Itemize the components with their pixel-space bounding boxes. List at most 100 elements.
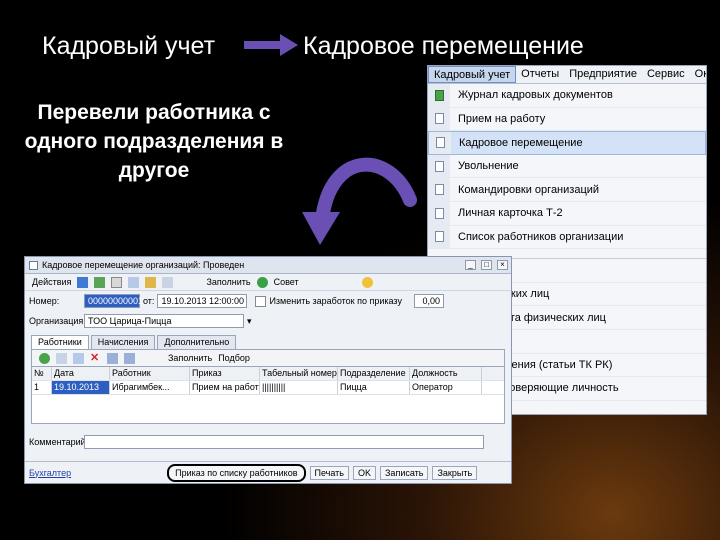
fill-menu[interactable]: Заполнить (206, 277, 250, 287)
menu-item[interactable]: Список работников организации (428, 225, 706, 250)
menubar-item[interactable]: Кадровый учет (428, 66, 517, 83)
actions-menu[interactable]: Действия (32, 277, 71, 287)
arrow-right-icon (244, 34, 298, 56)
refresh-icon[interactable] (128, 276, 140, 288)
organization-field[interactable]: ТОО Царица-Пицца (84, 314, 244, 328)
menu-item[interactable]: Кадровое перемещение (428, 131, 706, 155)
structure-icon[interactable] (145, 276, 157, 288)
add-row-icon[interactable] (39, 352, 50, 364)
accountant-link[interactable]: Бухгалтер (29, 468, 71, 478)
table-cell[interactable]: Прием на работу (190, 381, 260, 394)
menu-item-label: Кадровое перемещение (459, 136, 583, 149)
checkbox-label: Изменить заработок по приказу (269, 296, 402, 306)
table-row[interactable]: 1 19.10.2013 Ибрагимбек... Прием на работу |… (32, 381, 504, 395)
column-header[interactable]: Должность (410, 367, 482, 380)
amount-field[interactable]: 0,00 (413, 294, 444, 308)
menubar-item[interactable]: Предприятие (564, 66, 642, 83)
comment-row: Комментарий: (25, 432, 511, 452)
table-cell[interactable]: Пицца (338, 381, 410, 394)
comment-field[interactable] (84, 435, 484, 449)
table-cell[interactable]: 19.10.2013 (52, 381, 110, 394)
document-icon (428, 154, 450, 178)
movements-icon[interactable] (162, 276, 174, 288)
left-note-text: Перевели работника с одного подразделени… (24, 101, 284, 182)
document-title: Кадровое перемещение организаций: Провед… (42, 260, 245, 270)
menubar-item[interactable]: Окна (690, 66, 706, 83)
header-right-title: Кадровое перемещение (303, 32, 584, 60)
menu-bar: Кадровый учетОтчетыПредприятиеСервисОкна (428, 66, 706, 84)
menu-item[interactable]: Прием на работу (428, 107, 706, 132)
menu-item-label: Журнал кадровых документов (458, 89, 613, 102)
menu-item-label: Личная карточка Т-2 (458, 207, 563, 220)
help-icon[interactable] (256, 276, 268, 288)
column-header[interactable]: Работник (110, 367, 190, 380)
bottom-bar: Бухгалтер Приказ по списку работников Пе… (25, 461, 511, 483)
tab[interactable]: Работники (31, 335, 89, 349)
minimize-button[interactable]: _ (465, 260, 476, 270)
tab[interactable]: Начисления (90, 335, 156, 349)
menu-item[interactable]: Журнал кадровых документов (428, 84, 706, 108)
header-left-title: Кадровый учет (42, 32, 216, 60)
table-cell[interactable]: 1 (32, 381, 52, 394)
copy-row-icon[interactable] (56, 352, 67, 364)
document-icon (429, 132, 451, 154)
tab[interactable]: Дополнительно (157, 335, 237, 349)
menu-item-label: Список работников организации (458, 230, 624, 243)
document-window: Кадровое перемещение организаций: Провед… (24, 256, 512, 484)
card-icon (428, 201, 450, 225)
date-field[interactable]: 19.10.2013 12:00:00 (157, 294, 248, 308)
menu-item-label: Командировки организаций (458, 183, 600, 196)
grid-select-button[interactable]: Подбор (218, 353, 250, 363)
edit-row-icon[interactable] (73, 352, 84, 364)
menubar-item[interactable]: Отчеты (516, 66, 564, 83)
number-label: Номер: (29, 296, 60, 306)
move-up-icon[interactable] (107, 352, 118, 364)
chevron-down-icon[interactable]: ▾ (247, 316, 252, 327)
grid-fill-button[interactable]: Заполнить (168, 353, 212, 363)
column-header[interactable]: Подразделение (338, 367, 410, 380)
table-cell[interactable]: Оператор (410, 381, 482, 394)
column-header[interactable]: Табельный номер (260, 367, 338, 380)
date-label: от: (143, 296, 155, 306)
advice-button[interactable]: Совет (274, 277, 299, 287)
ok-button[interactable]: OK (352, 465, 376, 480)
order-list-button[interactable]: Приказ по списку работников (167, 463, 306, 482)
document-toolbar: Действия Заполнить Совет (25, 274, 511, 291)
organization-label: Организация: (29, 316, 86, 326)
menu-item[interactable]: Личная карточка Т-2 (428, 201, 706, 226)
comment-label: Комментарий: (29, 437, 89, 447)
grid-header-row: № Дата Работник Приказ Табельный номер Подраз… (32, 367, 504, 381)
save-icon[interactable] (77, 276, 89, 288)
table-cell[interactable]: Ибрагимбек... (110, 381, 190, 394)
checkbox[interactable] (255, 295, 267, 307)
document-title-bar: Кадровое перемещение организаций: Провед… (25, 257, 511, 274)
post-icon[interactable] (94, 276, 106, 288)
document-tabs: Работники Начисления Дополнительно (31, 335, 511, 349)
close-doc-button[interactable]: Закрыть (432, 465, 478, 480)
table-cell[interactable]: |||||||||| (260, 381, 338, 394)
write-button[interactable]: Записать (380, 465, 429, 480)
organization-row: Организация: ТОО Царица-Пицца ▾ (25, 311, 511, 331)
number-field[interactable]: 00000000001 (84, 294, 143, 308)
unpost-icon[interactable] (111, 276, 123, 288)
document-icon (428, 178, 450, 201)
move-down-icon[interactable] (124, 352, 135, 364)
close-button[interactable]: × (497, 260, 508, 270)
maximize-button[interactable]: □ (481, 260, 492, 270)
menu-item-label: Увольнение (458, 160, 519, 173)
column-header[interactable]: Приказ (190, 367, 260, 380)
question-icon[interactable] (361, 276, 373, 288)
journal-icon (428, 84, 450, 107)
print-button[interactable]: Печать (309, 465, 349, 480)
list-icon (428, 225, 450, 249)
delete-row-icon[interactable]: ✕ (90, 352, 101, 364)
document-icon (428, 107, 450, 131)
column-header[interactable]: № (32, 367, 52, 380)
grid-toolbar: ✕ Заполнить Подбор (31, 349, 505, 366)
column-header[interactable]: Дата (52, 367, 110, 380)
menubar-item[interactable]: Сервис (642, 66, 690, 83)
menu-item[interactable]: Увольнение (428, 154, 706, 179)
workers-grid: № Дата Работник Приказ Табельный номер Подраз… (31, 366, 505, 424)
number-row: Номер: 00000000001 от: 19.10.2013 12:00:… (25, 291, 511, 311)
menu-item[interactable]: Командировки организаций (428, 178, 706, 202)
